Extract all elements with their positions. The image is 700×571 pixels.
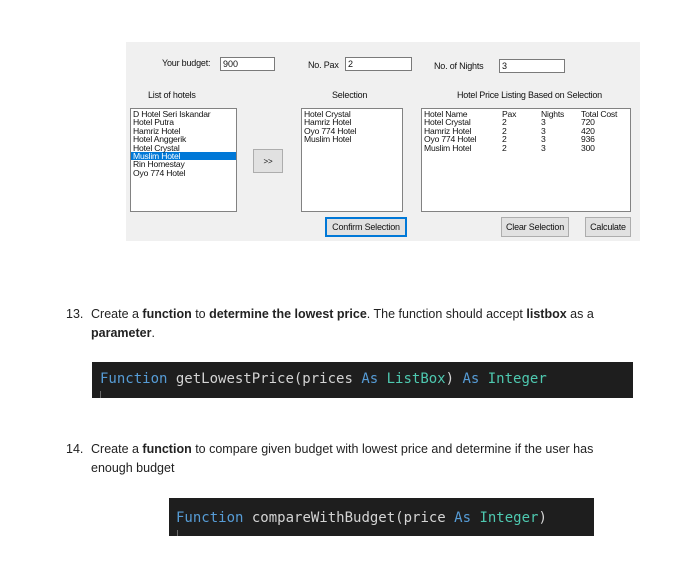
hotels-listbox[interactable]: D Hotel Seri Iskandar Hotel Putra Hamriz…	[130, 108, 237, 212]
code-snippet-compare-with-budget: Function compareWithBudget(price As Inte…	[169, 498, 594, 536]
nights-label: No. of Nights	[434, 61, 484, 71]
price-table: Hotel Name Pax Nights Total Cost Hotel C…	[424, 109, 621, 153]
clear-selection-button[interactable]: Clear Selection	[501, 217, 569, 237]
calculate-button[interactable]: Calculate	[585, 217, 631, 237]
transfer-button[interactable]: >>	[253, 149, 283, 173]
question-text: Create a function to determine the lowes…	[91, 307, 594, 340]
cell-pax: 2	[502, 117, 507, 128]
cell-hotel-name: Muslim Hotel	[424, 142, 472, 153]
pax-input[interactable]	[345, 57, 412, 71]
code-line: Function getLowestPrice(prices As ListBo…	[100, 371, 547, 387]
question-13: 13. Create a function to determine the l…	[66, 305, 666, 345]
question-number: 14.	[66, 442, 84, 456]
cell-pax: 2	[502, 134, 507, 145]
price-listbox[interactable]: Hotel Name Pax Nights Total Cost Hotel C…	[421, 108, 631, 212]
list-item[interactable]: Oyo 774 Hotel	[131, 168, 236, 177]
price-listing-label: Hotel Price Listing Based on Selection	[457, 90, 602, 100]
code-line: Function compareWithBudget(price As Inte…	[176, 510, 547, 526]
code-cut-line	[100, 391, 105, 398]
cell-pax: 2	[502, 142, 507, 153]
cell-total-cost: 300	[581, 142, 595, 153]
code-snippet-get-lowest-price: Function getLowestPrice(prices As ListBo…	[92, 362, 633, 398]
hotels-list-label: List of hotels	[148, 90, 196, 100]
code-cut-line	[177, 530, 182, 536]
table-row[interactable]: Muslim Hotel 2 3 300	[424, 142, 621, 153]
column-header: Nights	[541, 109, 565, 119]
cell-pax: 2	[502, 125, 507, 136]
budget-label: Your budget:	[162, 58, 211, 68]
hotel-booking-form: Your budget: No. Pax No. of Nights List …	[126, 42, 640, 241]
column-header: Pax	[502, 109, 517, 119]
cell-nights: 3	[541, 134, 546, 145]
cell-nights: 3	[541, 117, 546, 128]
question-14: 14. Create a function to compare given b…	[66, 440, 686, 480]
cell-nights: 3	[541, 142, 546, 153]
nights-input[interactable]	[499, 59, 565, 73]
selection-label: Selection	[332, 90, 368, 100]
selection-listbox[interactable]: Hotel Crystal Hamriz Hotel Oyo 774 Hotel…	[301, 108, 403, 212]
question-number: 13.	[66, 307, 84, 321]
confirm-selection-button[interactable]: Confirm Selection	[325, 217, 407, 237]
cell-nights: 3	[541, 125, 546, 136]
list-item[interactable]: Muslim Hotel	[302, 135, 402, 144]
budget-input[interactable]	[220, 57, 275, 71]
question-text: Create a function to compare given budge…	[91, 442, 594, 475]
pax-label: No. Pax	[308, 60, 339, 70]
